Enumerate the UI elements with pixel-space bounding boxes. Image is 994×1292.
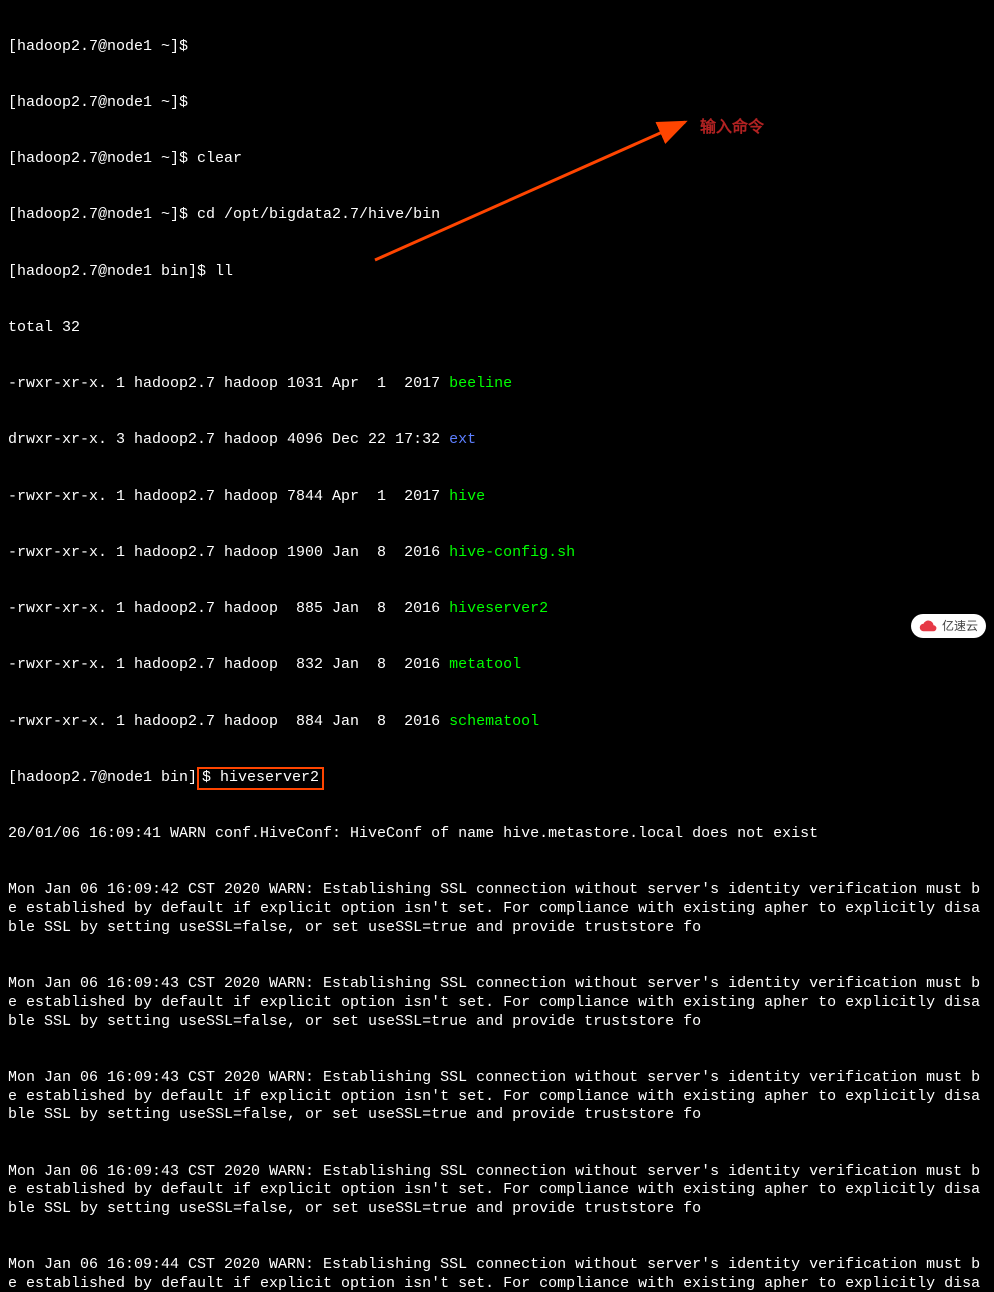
log-line: Mon Jan 06 16:09:43 CST 2020 WARN: Estab… (8, 975, 986, 1031)
cloud-icon (919, 617, 937, 635)
log-line: Mon Jan 06 16:09:43 CST 2020 WARN: Estab… (8, 1069, 986, 1125)
prompt-prefix: [hadoop2.7@node1 bin]$ (8, 263, 215, 280)
ls-row: -rwxr-xr-x. 1 hadoop2.7 hadoop 1031 Apr … (8, 375, 986, 394)
file-perms: -rwxr-xr-x. 1 hadoop2.7 hadoop 1031 Apr … (8, 375, 449, 392)
terminal-output[interactable]: [hadoop2.7@node1 ~]$ [hadoop2.7@node1 ~]… (0, 0, 994, 1292)
prompt-prefix: [hadoop2.7@node1 ~]$ (8, 206, 197, 223)
watermark-text: 亿速云 (942, 619, 978, 634)
command-text: cd /opt/bigdata2.7/hive/bin (197, 206, 440, 223)
file-perms: -rwxr-xr-x. 1 hadoop2.7 hadoop 1900 Jan … (8, 544, 449, 561)
log-line: Mon Jan 06 16:09:43 CST 2020 WARN: Estab… (8, 1163, 986, 1219)
watermark: 亿速云 (911, 614, 986, 638)
prompt-line: [hadoop2.7@node1 ~]$ cd /opt/bigdata2.7/… (8, 206, 986, 225)
ls-row: -rwxr-xr-x. 1 hadoop2.7 hadoop 884 Jan 8… (8, 713, 986, 732)
ls-row: -rwxr-xr-x. 1 hadoop2.7 hadoop 832 Jan 8… (8, 656, 986, 675)
file-perms: -rwxr-xr-x. 1 hadoop2.7 hadoop 7844 Apr … (8, 488, 449, 505)
command-text: hiveserver2 (220, 769, 319, 786)
command-text: ll (215, 263, 233, 280)
prompt-line: [hadoop2.7@node1 bin]$ ll (8, 263, 986, 282)
file-name: ext (449, 431, 476, 448)
ls-row: drwxr-xr-x. 3 hadoop2.7 hadoop 4096 Dec … (8, 431, 986, 450)
command-highlight-box: $ hiveserver2 (197, 767, 324, 790)
file-perms: drwxr-xr-x. 3 hadoop2.7 hadoop 4096 Dec … (8, 431, 449, 448)
file-perms: -rwxr-xr-x. 1 hadoop2.7 hadoop 884 Jan 8… (8, 713, 449, 730)
log-line: Mon Jan 06 16:09:44 CST 2020 WARN: Estab… (8, 1256, 986, 1292)
file-perms: -rwxr-xr-x. 1 hadoop2.7 hadoop 885 Jan 8… (8, 600, 449, 617)
file-name: hiveserver2 (449, 600, 548, 617)
prompt-line: [hadoop2.7@node1 ~]$ (8, 38, 986, 57)
file-perms: -rwxr-xr-x. 1 hadoop2.7 hadoop 832 Jan 8… (8, 656, 449, 673)
prompt-line: [hadoop2.7@node1 ~]$ clear (8, 150, 986, 169)
log-line: Mon Jan 06 16:09:42 CST 2020 WARN: Estab… (8, 881, 986, 937)
prompt-line-highlighted: [hadoop2.7@node1 bin]$ hiveserver2 (8, 769, 986, 788)
annotation-label: 输入命令 (700, 118, 764, 138)
ls-row: -rwxr-xr-x. 1 hadoop2.7 hadoop 7844 Apr … (8, 488, 986, 507)
ls-row: -rwxr-xr-x. 1 hadoop2.7 hadoop 885 Jan 8… (8, 600, 986, 619)
ls-row: -rwxr-xr-x. 1 hadoop2.7 hadoop 1900 Jan … (8, 544, 986, 563)
prompt-dollar: $ (202, 769, 220, 786)
prompt-prefix: [hadoop2.7@node1 bin] (8, 769, 197, 786)
command-text: clear (197, 150, 242, 167)
log-line: 20/01/06 16:09:41 WARN conf.HiveConf: Hi… (8, 825, 986, 844)
file-name: hive (449, 488, 485, 505)
prompt-line: [hadoop2.7@node1 ~]$ (8, 94, 986, 113)
file-name: schematool (449, 713, 539, 730)
file-name: beeline (449, 375, 512, 392)
ls-total: total 32 (8, 319, 986, 338)
prompt-prefix: [hadoop2.7@node1 ~]$ (8, 150, 197, 167)
file-name: hive-config.sh (449, 544, 575, 561)
file-name: metatool (449, 656, 521, 673)
